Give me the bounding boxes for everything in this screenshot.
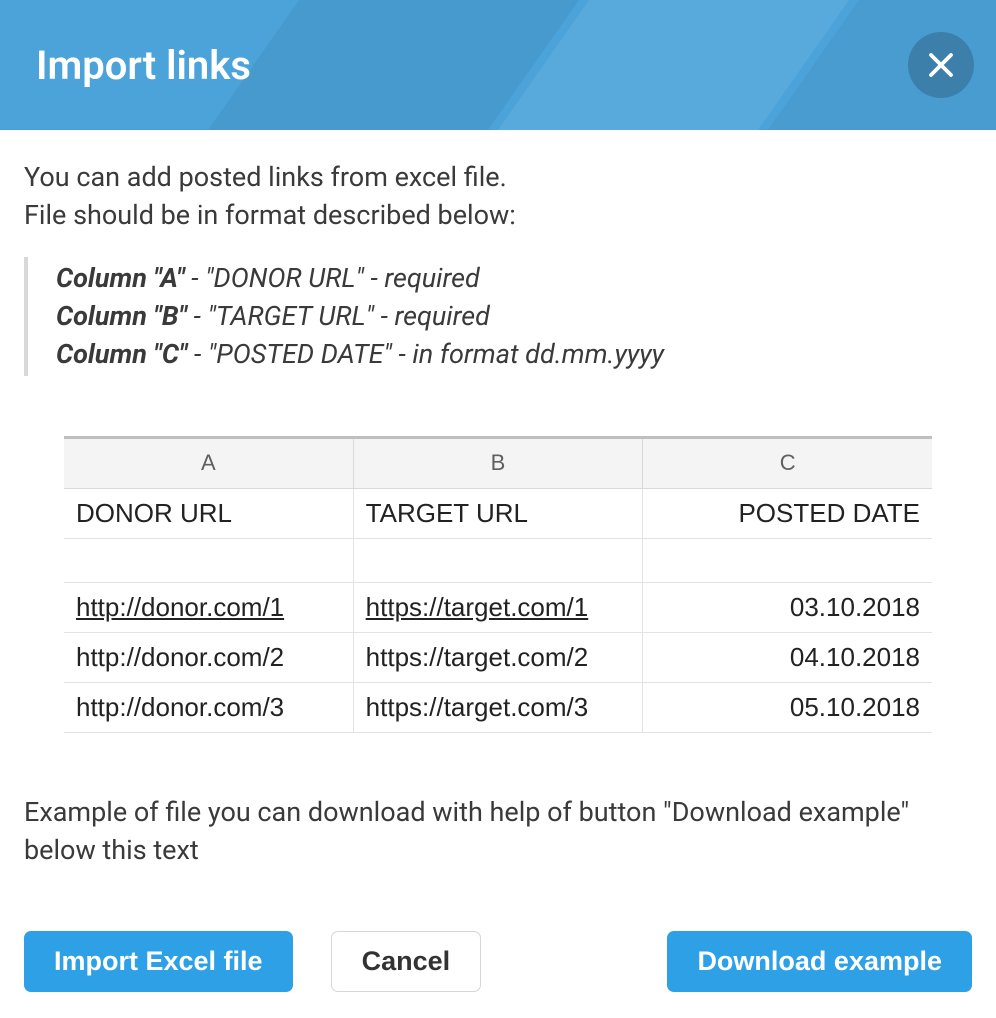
modal-title: Import links: [36, 42, 251, 89]
intro-line-2: File should be in format described below…: [24, 196, 972, 234]
import-excel-button[interactable]: Import Excel file: [24, 931, 293, 992]
intro-text: You can add posted links from excel file…: [24, 158, 972, 235]
spreadsheet-row: http://donor.com/3 https://target.com/3 …: [64, 683, 932, 733]
spreadsheet-blank-row: [64, 539, 932, 583]
cell-date: 04.10.2018: [643, 633, 932, 683]
cell-date: 03.10.2018: [643, 583, 932, 633]
cell-target: https://target.com/1: [354, 583, 644, 633]
import-links-modal: Import links You can add posted links fr…: [0, 0, 996, 1018]
modal-footer: Import Excel file Cancel Download exampl…: [0, 905, 996, 1018]
header-donor-url: DONOR URL: [64, 489, 354, 539]
spreadsheet-row: http://donor.com/2 https://target.com/2 …: [64, 633, 932, 683]
format-description: Column "A" - "DONOR URL" - required Colu…: [24, 257, 972, 376]
modal-header: Import links: [0, 0, 996, 130]
download-example-button[interactable]: Download example: [667, 931, 972, 992]
cancel-button[interactable]: Cancel: [331, 931, 482, 992]
format-column-b: Column "B" - "TARGET URL" - required: [56, 297, 972, 335]
cell-target: https://target.com/2: [354, 633, 644, 683]
close-button[interactable]: [908, 32, 974, 98]
spreadsheet-header-row: DONOR URL TARGET URL POSTED DATE: [64, 489, 932, 539]
cell-donor: http://donor.com/3: [64, 683, 354, 733]
format-column-a: Column "A" - "DONOR URL" - required: [56, 259, 972, 297]
modal-body: You can add posted links from excel file…: [0, 130, 996, 905]
cell-date: 05.10.2018: [643, 683, 932, 733]
col-letter-b: B: [354, 439, 644, 489]
spreadsheet-column-letters: A B C: [64, 439, 932, 489]
download-note: Example of file you can download with he…: [24, 793, 972, 870]
header-posted-date: POSTED DATE: [643, 489, 932, 539]
cell-target: https://target.com/3: [354, 683, 644, 733]
cell-donor: http://donor.com/2: [64, 633, 354, 683]
format-column-c: Column "C" - "POSTED DATE" - in format d…: [56, 335, 972, 373]
col-letter-a: A: [64, 439, 354, 489]
example-spreadsheet: A B C DONOR URL TARGET URL POSTED DATE h…: [64, 436, 932, 733]
close-icon: [926, 50, 956, 80]
col-letter-c: C: [643, 439, 932, 489]
header-target-url: TARGET URL: [354, 489, 644, 539]
cell-donor: http://donor.com/1: [64, 583, 354, 633]
intro-line-1: You can add posted links from excel file…: [24, 158, 972, 196]
spreadsheet-row: http://donor.com/1 https://target.com/1 …: [64, 583, 932, 633]
